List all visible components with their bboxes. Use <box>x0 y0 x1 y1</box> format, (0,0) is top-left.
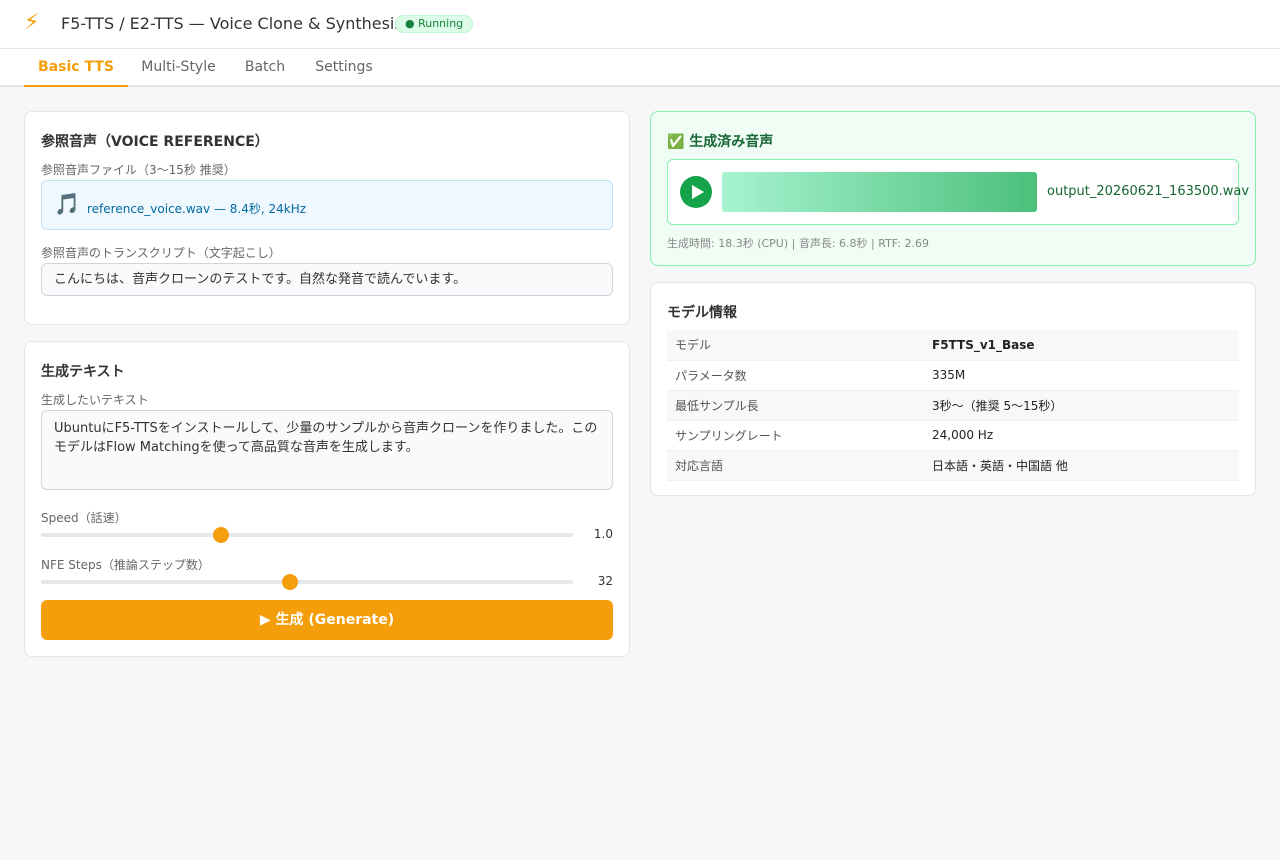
tab-bar: Basic TTS Multi-Style Batch Settings <box>0 49 1280 87</box>
info-key: 対応言語 <box>667 450 924 481</box>
transcript-label: 参照音声のトランスクリプト（文字起こし） <box>41 246 281 260</box>
info-key: パラメータ数 <box>667 360 924 391</box>
model-info-card: モデル情報 モデル F5TTS_v1_Base パラメータ数 335M 最低サン… <box>650 282 1256 496</box>
info-key: 最低サンプル長 <box>667 390 924 421</box>
tab-batch[interactable]: Batch <box>229 49 301 87</box>
voice-reference-card: 参照音声（VOICE REFERENCE） 参照音声ファイル（3〜15秒 推奨）… <box>24 111 630 325</box>
reference-file-upload[interactable]: 🎵 reference_voice.wav — 8.4秒, 24kHz <box>41 180 613 230</box>
generation-text-label: 生成したいテキスト <box>41 393 149 407</box>
lightning-icon: ⚡ <box>24 10 40 35</box>
speed-slider[interactable] <box>41 527 573 543</box>
status-badge: ● Running <box>395 15 474 33</box>
generation-stats: 生成時間: 18.3秒 (CPU) | 音声長: 6.8秒 | RTF: 2.6… <box>667 237 929 250</box>
tab-multi-style[interactable]: Multi-Style <box>128 49 229 87</box>
info-value: 335M <box>924 360 1239 391</box>
speed-slider-thumb[interactable] <box>212 527 229 543</box>
nfe-steps-value: 32 <box>597 574 613 588</box>
info-key: サンプリングレート <box>667 420 924 451</box>
info-key: モデル <box>667 330 924 361</box>
audio-player: output_20260621_163500.wav <box>667 159 1249 225</box>
table-row: 最低サンプル長 3秒〜（推奨 5〜15秒） <box>667 390 1239 421</box>
output-file-name: output_20260621_163500.wav <box>1047 184 1250 199</box>
info-value: 3秒〜（推奨 5〜15秒） <box>924 390 1239 421</box>
play-icon[interactable] <box>680 176 712 208</box>
speed-value: 1.0 <box>593 527 613 541</box>
table-row: モデル F5TTS_v1_Base <box>667 330 1239 361</box>
app-title: F5-TTS / E2-TTS — Voice Clone & Synthesi… <box>61 14 403 33</box>
reference-file-label: 参照音声ファイル（3〜15秒 推奨） <box>41 163 236 177</box>
info-value: 日本語・英語・中国語 他 <box>924 450 1239 481</box>
table-row: パラメータ数 335M <box>667 360 1239 391</box>
generation-text-input[interactable]: UbuntuにF5-TTSをインストールして、少量のサンプルから音声クローンを作… <box>41 410 613 490</box>
top-bar: ⚡ F5-TTS / E2-TTS — Voice Clone & Synthe… <box>0 0 1280 49</box>
voice-reference-title: 参照音声（VOICE REFERENCE） <box>41 134 269 150</box>
generation-card: 生成テキスト 生成したいテキスト UbuntuにF5-TTSをインストールして、… <box>24 341 630 657</box>
nfe-steps-label: NFE Steps（推論ステップ数） <box>41 558 210 572</box>
reference-file-name: reference_voice.wav — 8.4秒, 24kHz <box>87 202 307 216</box>
generated-audio-card: ✅ 生成済み音声 output_20260621_163500.wav 生成時間… <box>650 111 1256 266</box>
transcript-input[interactable]: こんにちは、音声クローンのテストです。自然な発音で読んでいます。 <box>41 263 613 296</box>
generation-title: 生成テキスト <box>41 364 125 380</box>
waveform-progress[interactable] <box>722 172 1037 212</box>
info-value: 24,000 Hz <box>924 420 1239 451</box>
tab-basic-tts[interactable]: Basic TTS <box>24 49 128 87</box>
generated-audio-title: ✅ 生成済み音声 <box>667 134 774 150</box>
model-info-title: モデル情報 <box>667 305 737 321</box>
table-row: 対応言語 日本語・英語・中国語 他 <box>667 450 1239 481</box>
speed-label: Speed（話速） <box>41 511 127 525</box>
nfe-steps-slider[interactable] <box>41 574 573 590</box>
music-note-icon: 🎵 <box>54 192 81 216</box>
table-row: サンプリングレート 24,000 Hz <box>667 420 1239 451</box>
model-info-table: モデル F5TTS_v1_Base パラメータ数 335M 最低サンプル長 3秒… <box>667 330 1239 481</box>
info-value: F5TTS_v1_Base <box>924 330 1239 361</box>
nfe-steps-slider-thumb[interactable] <box>281 574 298 590</box>
tab-settings[interactable]: Settings <box>301 49 387 87</box>
generate-button[interactable]: ▶ 生成 (Generate) <box>41 600 613 640</box>
